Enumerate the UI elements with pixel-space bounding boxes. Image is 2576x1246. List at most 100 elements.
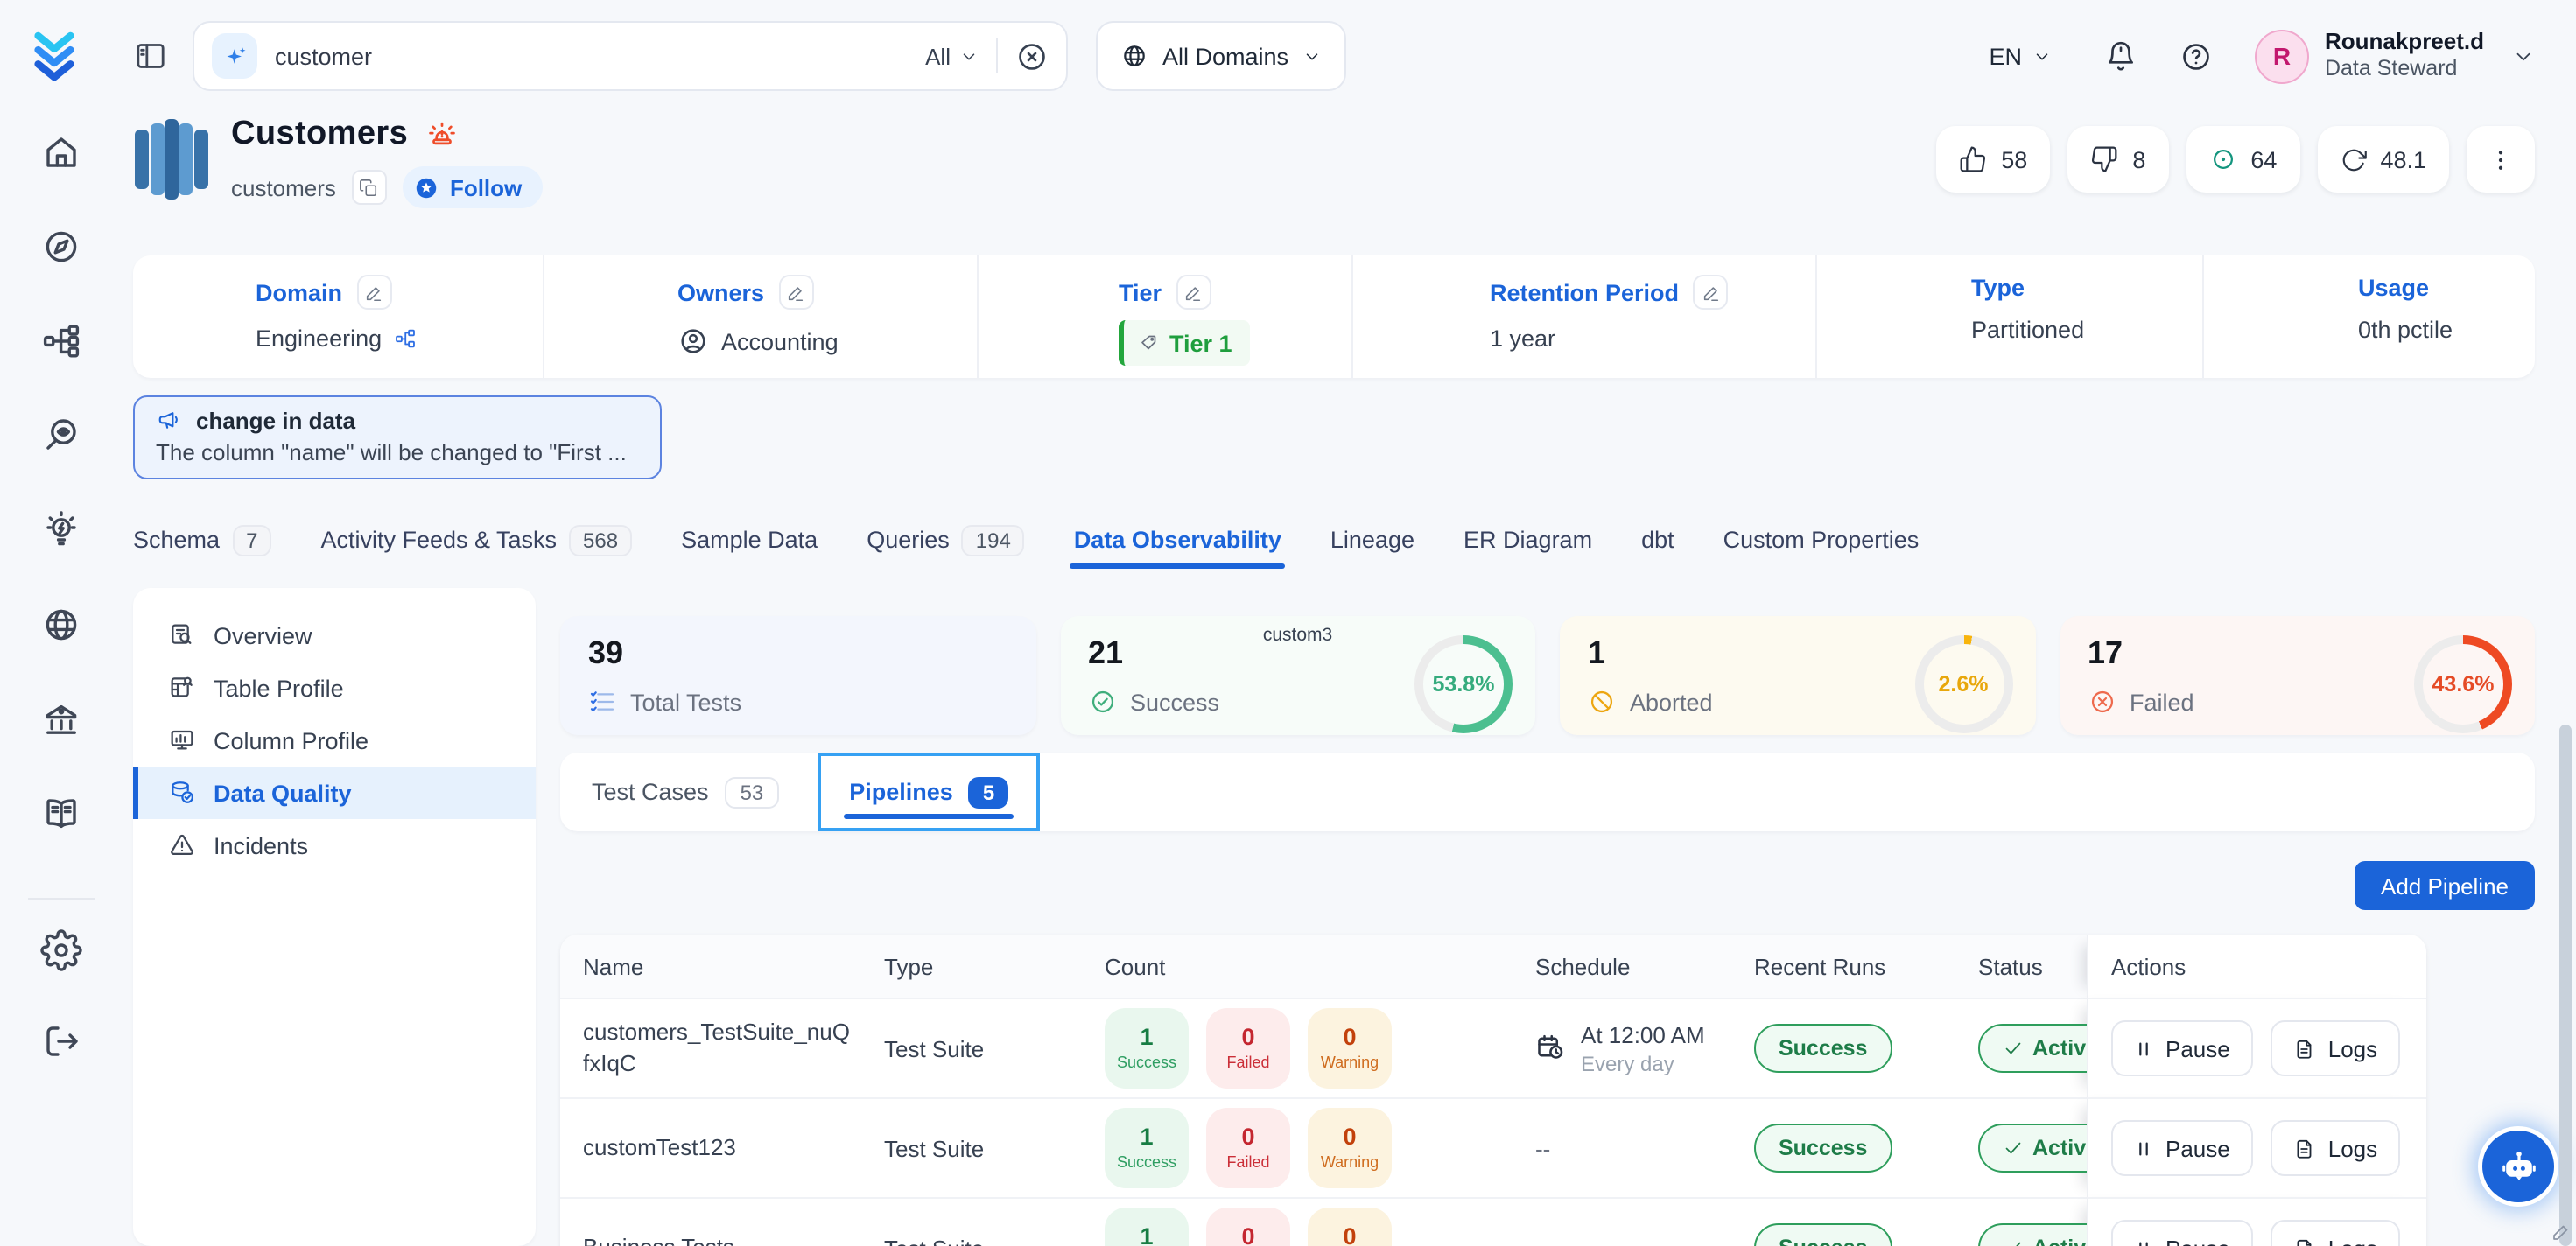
recent-run-badge[interactable]: Success — [1754, 1223, 1892, 1246]
notifications-bell-icon[interactable] — [2104, 39, 2137, 73]
nav-insights-bulb-icon[interactable] — [40, 509, 82, 551]
nav-explore-compass-icon[interactable] — [40, 226, 82, 268]
pause-button[interactable]: Pause — [2111, 1220, 2253, 1246]
kebab-menu-icon[interactable] — [2467, 126, 2535, 192]
row-kebab-menu-icon[interactable] — [2418, 1128, 2426, 1168]
menu-item-table-profile[interactable]: Table Profile — [133, 662, 536, 714]
tab-data-observability[interactable]: Data Observability — [1074, 511, 1281, 569]
table-header-row: Name Type Count Schedule Recent Runs Sta… — [560, 934, 2426, 998]
edit-pencil-icon[interactable] — [356, 275, 391, 310]
announcement-banner[interactable]: change in data The column "name" will be… — [133, 396, 662, 480]
nav-logout-icon[interactable] — [40, 1020, 82, 1062]
upvote-button[interactable]: 58 — [1936, 126, 2050, 192]
search-input[interactable]: customer — [275, 43, 908, 69]
freshness-button[interactable]: 48.1 — [2317, 126, 2449, 192]
logs-button[interactable]: Logs — [2271, 1120, 2400, 1176]
chevron-down-icon — [2032, 46, 2052, 66]
tier-label: Tier — [1119, 279, 1162, 305]
pause-button[interactable]: Pause — [2111, 1020, 2253, 1076]
col-name: Name — [560, 934, 861, 998]
tab-dbt[interactable]: dbt — [1641, 511, 1674, 569]
language-selector[interactable]: EN — [1989, 43, 2052, 69]
quality-score-icon — [2208, 145, 2236, 173]
col-count: Count — [1082, 934, 1513, 998]
page-title: Customers — [231, 116, 408, 154]
vertical-scrollbar[interactable] — [2559, 724, 2572, 1246]
copy-icon[interactable] — [352, 170, 387, 205]
usage-value: 0th pctile — [2358, 317, 2453, 343]
recent-run-badge[interactable]: Success — [1754, 1024, 1892, 1073]
subtab-pipelines[interactable]: Pipelines 5 — [818, 752, 1040, 831]
add-pipeline-button[interactable]: Add Pipeline — [2355, 861, 2535, 910]
help-icon[interactable] — [2179, 39, 2213, 73]
menu-item-overview[interactable]: Overview — [133, 609, 536, 662]
nav-settings-gear-icon[interactable] — [40, 929, 82, 971]
row-kebab-menu-icon[interactable] — [2418, 1028, 2426, 1068]
pipeline-name[interactable]: Business Tests — [560, 1197, 861, 1246]
tab-schema[interactable]: Schema7 — [133, 511, 271, 569]
logs-button[interactable]: Logs — [2271, 1020, 2400, 1076]
alert-siren-icon[interactable] — [425, 118, 459, 151]
domain-value[interactable]: Engineering — [256, 326, 382, 352]
pipeline-name[interactable]: customTest123 — [560, 1097, 861, 1197]
tab-activity-feeds[interactable]: Activity Feeds & Tasks568 — [320, 511, 632, 569]
quality-score-button[interactable]: 64 — [2186, 126, 2299, 192]
search-scope-dropdown[interactable]: All — [925, 43, 979, 69]
count-success-badge: 1Success — [1105, 1108, 1189, 1188]
nav-observability-icon[interactable] — [40, 415, 82, 457]
user-info[interactable]: Rounakpreet.d Data Steward — [2325, 28, 2484, 84]
tier-badge[interactable]: Tier 1 — [1119, 320, 1250, 366]
follow-star-icon — [413, 174, 439, 200]
nav-home-icon[interactable] — [40, 131, 82, 173]
count-success-badge: 1Success — [1105, 1008, 1189, 1088]
sidebar-toggle-icon[interactable] — [133, 38, 168, 74]
nav-govern-bank-icon[interactable] — [40, 698, 82, 740]
test-cases-count-badge: 53 — [725, 776, 780, 808]
nav-glossary-book-icon[interactable] — [40, 793, 82, 835]
global-search-bar[interactable]: customer All — [193, 21, 1068, 91]
ai-sparkle-icon[interactable] — [212, 33, 257, 79]
openmetadata-logo-icon[interactable] — [28, 30, 81, 82]
owners-value[interactable]: Accounting — [721, 328, 839, 354]
domains-filter-button[interactable]: All Domains — [1096, 21, 1346, 91]
globe-icon — [1120, 42, 1148, 70]
follow-button[interactable]: Follow — [403, 166, 543, 208]
edit-pencil-icon[interactable] — [1693, 275, 1728, 310]
nav-lineage-network-icon[interactable] — [40, 320, 82, 362]
tab-sample-data[interactable]: Sample Data — [681, 511, 818, 569]
tab-custom-properties[interactable]: Custom Properties — [1723, 511, 1920, 569]
aborted-label: Aborted — [1630, 689, 1713, 715]
metadata-usage: Usage 0th pctile — [2204, 256, 2535, 378]
downvote-button[interactable]: 8 — [2067, 126, 2168, 192]
chatbot-button[interactable] — [2482, 1130, 2554, 1202]
usage-label: Usage — [2358, 275, 2429, 301]
chevron-down-icon — [1302, 46, 1322, 66]
table-entity-icon — [133, 119, 210, 200]
edit-pencil-icon[interactable] — [1176, 275, 1211, 310]
subtab-test-cases[interactable]: Test Cases 53 — [592, 776, 779, 808]
success-card: custom3 21 Success 53.8% — [1060, 616, 1535, 735]
owners-label: Owners — [677, 279, 764, 305]
menu-item-column-profile[interactable]: Column Profile — [133, 714, 536, 766]
menu-item-data-quality[interactable]: Data Quality — [133, 766, 536, 819]
pause-button[interactable]: Pause — [2111, 1120, 2253, 1176]
row-kebab-menu-icon[interactable] — [2418, 1228, 2426, 1246]
nav-domains-globe-icon[interactable] — [40, 604, 82, 646]
edit-pencil-icon[interactable] — [778, 275, 813, 310]
recent-run-badge[interactable]: Success — [1754, 1124, 1892, 1172]
col-status: Status — [1955, 934, 2087, 998]
schedule-time: At 12:00 AM — [1581, 1021, 1705, 1047]
pipeline-name[interactable]: customers_TestSuite_nuQfxIqC — [560, 998, 861, 1097]
pipeline-type: Test Suite — [861, 1197, 1082, 1246]
tab-lineage[interactable]: Lineage — [1330, 511, 1414, 569]
clear-search-icon[interactable] — [1015, 39, 1049, 73]
user-avatar[interactable]: R — [2255, 29, 2309, 83]
aborted-card: 1 Aborted 2.6% — [1560, 616, 2035, 735]
app-window: customer All All Domains EN R — [0, 0, 2576, 1246]
logs-button[interactable]: Logs — [2271, 1220, 2400, 1246]
user-menu-chevron-icon[interactable] — [2512, 45, 2535, 67]
tab-queries[interactable]: Queries194 — [867, 511, 1025, 569]
entity-name: customers — [231, 174, 336, 200]
menu-item-incidents[interactable]: Incidents — [133, 819, 536, 872]
tab-er-diagram[interactable]: ER Diagram — [1463, 511, 1592, 569]
